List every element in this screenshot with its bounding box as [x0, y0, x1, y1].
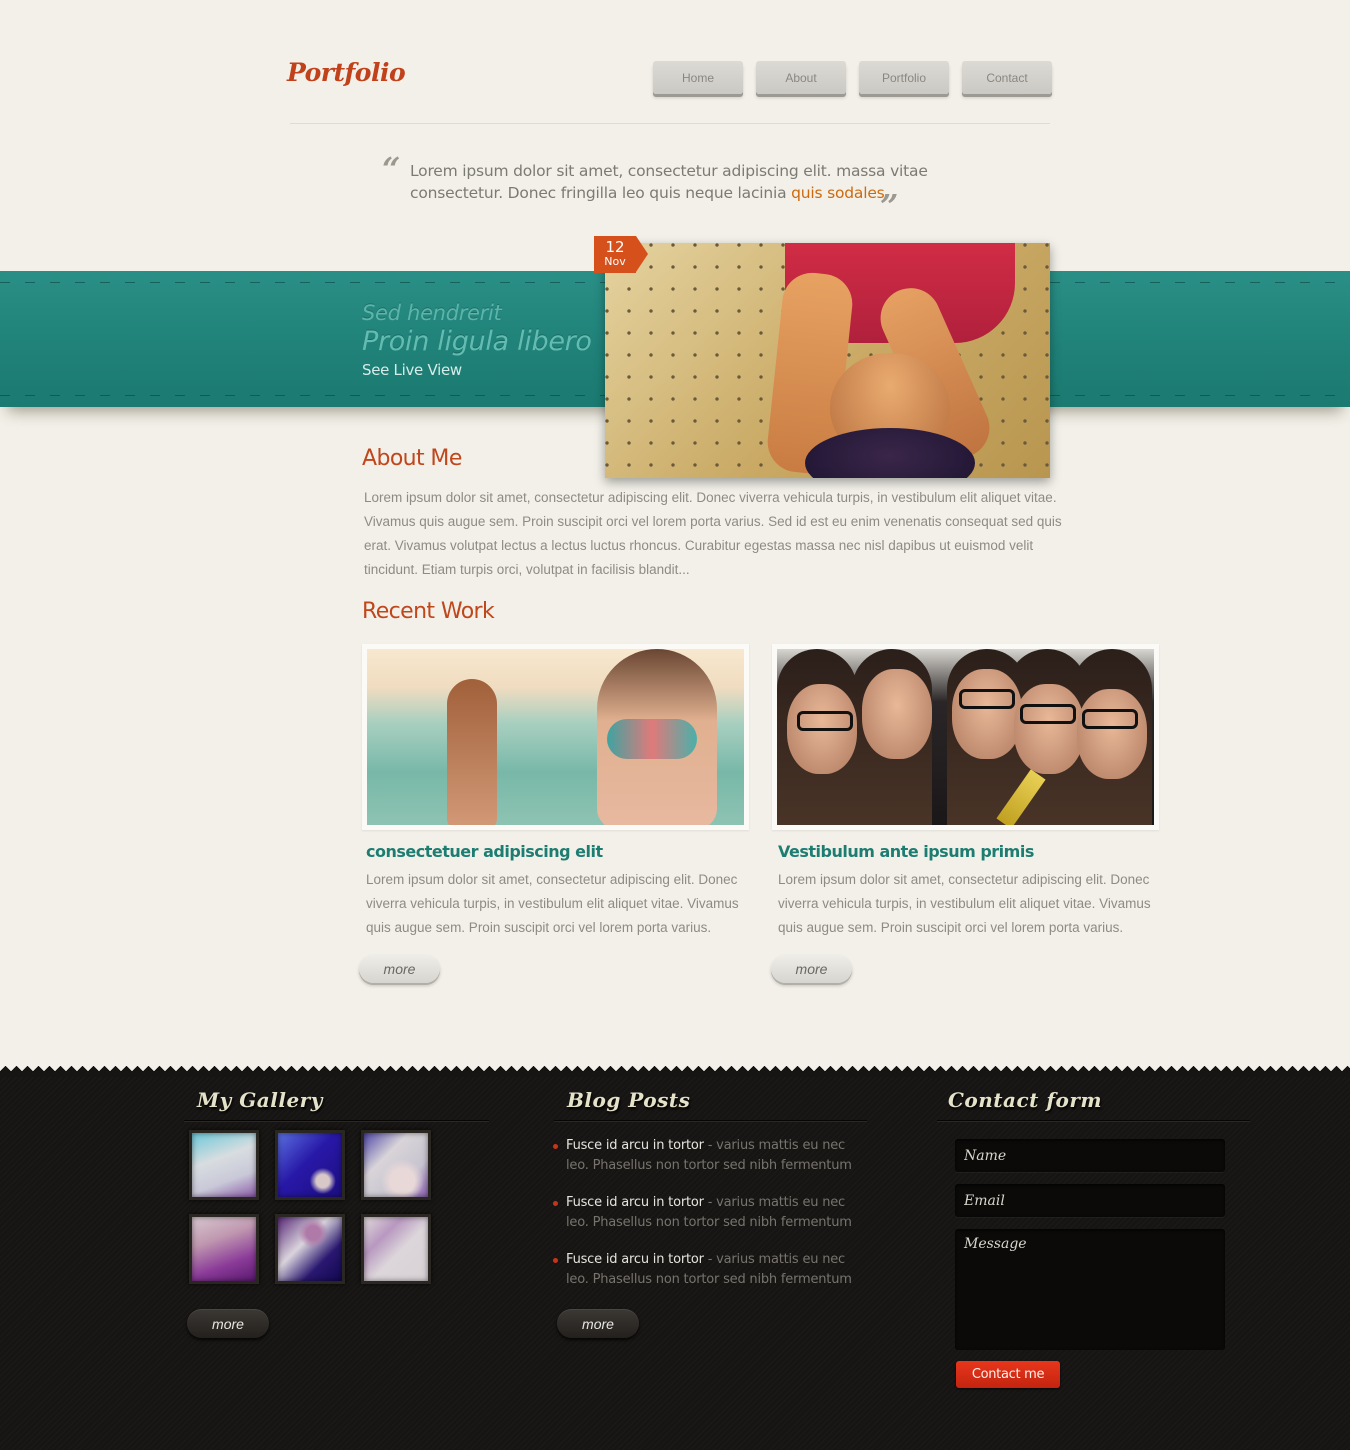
post-title: Fusce id arcu in tortor — [566, 1195, 704, 1210]
gallery-thumb[interactable] — [189, 1214, 259, 1284]
beach-photo — [367, 649, 744, 825]
post-title: Fusce id arcu in tortor — [566, 1138, 704, 1153]
image-detail — [1082, 709, 1138, 729]
about-text: Lorem ipsum dolor sit amet, consectetur … — [364, 490, 1062, 577]
blog-more-button[interactable]: more — [557, 1309, 639, 1338]
contact-heading: Contact form — [948, 1088, 1103, 1112]
thumb-image — [278, 1133, 342, 1197]
image-detail — [1020, 704, 1076, 724]
about-heading: About Me — [362, 446, 462, 471]
work-title-1[interactable]: consectetuer adipiscing elit — [366, 842, 603, 861]
banner-title: Proin ligula libero — [362, 326, 592, 357]
gallery-thumb[interactable] — [275, 1214, 345, 1284]
name-field[interactable] — [955, 1139, 1225, 1172]
nav-portfolio-button[interactable]: Portfolio — [859, 61, 949, 94]
blog-heading: Blog Posts — [567, 1088, 691, 1112]
work-1-more-button[interactable]: more — [359, 954, 440, 983]
site-logo[interactable]: Portfolio — [287, 58, 406, 87]
image-detail — [1077, 689, 1147, 779]
blog-post-list: Fusce id arcu in tortor - varius mattis … — [552, 1136, 862, 1307]
image-detail — [862, 669, 932, 759]
gallery-thumb[interactable] — [361, 1130, 431, 1200]
thumb-image — [278, 1217, 342, 1281]
gallery-thumb[interactable] — [189, 1130, 259, 1200]
nav-home-button[interactable]: Home — [653, 61, 743, 94]
work-text-2: Lorem ipsum dolor sit amet, consectetur … — [778, 872, 1151, 935]
header-divider — [290, 123, 1050, 124]
work-2-more-button[interactable]: more — [771, 954, 852, 983]
image-detail — [797, 711, 853, 731]
message-field[interactable] — [955, 1229, 1225, 1350]
blog-post[interactable]: Fusce id arcu in tortor - varius mattis … — [552, 1136, 862, 1176]
post-title: Fusce id arcu in tortor — [566, 1252, 704, 1267]
recent-work-heading: Recent Work — [362, 599, 495, 624]
bullet-icon — [553, 1258, 558, 1263]
date-day: 12 — [605, 238, 625, 256]
work-image-2[interactable] — [772, 644, 1159, 830]
work-image-1[interactable] — [362, 644, 749, 830]
quote-highlight-link[interactable]: quis sodales — [791, 184, 885, 202]
bullet-icon — [553, 1201, 558, 1206]
email-field[interactable] — [955, 1184, 1225, 1217]
image-detail — [1014, 684, 1084, 774]
work-text-1: Lorem ipsum dolor sit amet, consectetur … — [366, 872, 739, 935]
nav-about-button[interactable]: About — [756, 61, 846, 94]
nav-contact-button[interactable]: Contact — [962, 61, 1052, 94]
bullet-icon — [553, 1144, 558, 1149]
see-live-view-link[interactable]: See Live View — [362, 361, 462, 379]
thumb-image — [364, 1217, 428, 1281]
date-month: Nov — [604, 255, 626, 268]
featured-image[interactable] — [605, 243, 1050, 478]
thumb-image — [364, 1133, 428, 1197]
gallery-grid — [189, 1130, 431, 1284]
date-badge: 12 Nov — [594, 236, 648, 273]
close-quote-icon: ” — [880, 187, 899, 225]
open-quote-icon: “ — [382, 150, 401, 188]
banner-subtitle: Sed hendrerit — [362, 301, 502, 325]
gallery-thumb[interactable] — [361, 1214, 431, 1284]
divider — [184, 1120, 489, 1121]
image-detail — [959, 689, 1015, 709]
blog-post[interactable]: Fusce id arcu in tortor - varius mattis … — [552, 1250, 862, 1290]
main-nav: Home About Portfolio Contact — [653, 61, 1052, 94]
blog-post[interactable]: Fusce id arcu in tortor - varius mattis … — [552, 1193, 862, 1233]
gallery-thumb[interactable] — [275, 1130, 345, 1200]
footer-zigzag-edge — [0, 1066, 1350, 1077]
gallery-more-button[interactable]: more — [187, 1309, 269, 1338]
thumb-image — [192, 1133, 256, 1197]
image-detail — [607, 719, 697, 759]
gallery-heading: My Gallery — [197, 1088, 323, 1112]
intro-quote: Lorem ipsum dolor sit amet, consectetur … — [410, 160, 930, 204]
image-detail — [952, 669, 1022, 759]
group-photo — [777, 649, 1154, 825]
contact-submit-button[interactable]: Contact me — [956, 1361, 1060, 1388]
thumb-image — [192, 1217, 256, 1281]
divider — [554, 1120, 867, 1121]
work-title-2[interactable]: Vestibulum ante ipsum primis — [778, 842, 1034, 861]
image-detail — [447, 679, 497, 825]
divider — [937, 1120, 1250, 1121]
